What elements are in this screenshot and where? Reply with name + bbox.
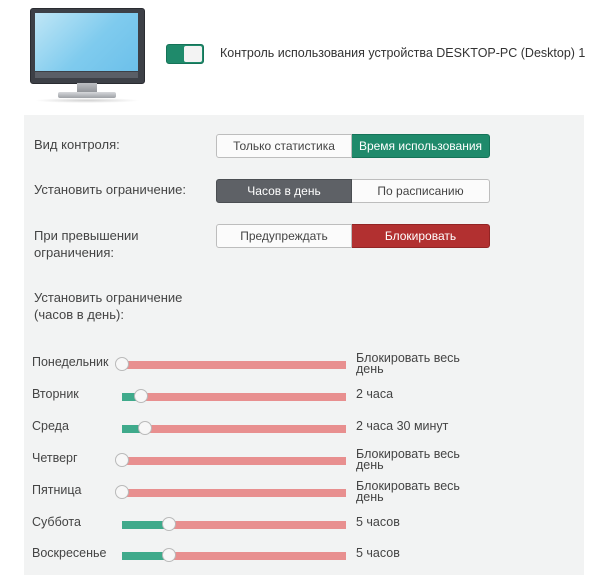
day-label: Четверг: [32, 451, 78, 465]
option-block[interactable]: Блокировать: [352, 224, 490, 248]
day-label: Воскресенье: [32, 546, 107, 560]
option-hours-per-day[interactable]: Часов в день: [216, 179, 352, 203]
exceed-action-selector: Предупреждать Блокировать: [216, 224, 490, 248]
day-label: Вторник: [32, 387, 79, 401]
day-limit-value-line2: день: [356, 458, 384, 472]
day-hours-slider[interactable]: [122, 517, 346, 531]
exceed-label-line2: ограничения:: [34, 245, 114, 260]
slider-track: [122, 457, 346, 465]
slider-thumb[interactable]: [133, 389, 148, 403]
day-label: Пятница: [32, 483, 82, 497]
slider-thumb[interactable]: [115, 453, 129, 467]
day-hours-slider[interactable]: [122, 421, 346, 435]
toggle-knob: [184, 46, 202, 62]
day-limit-value: 2 часа 30 минут: [356, 419, 449, 433]
option-warn[interactable]: Предупреждать: [216, 224, 352, 248]
day-limit-value: 5 часов: [356, 515, 400, 529]
day-limit-value: 2 часа: [356, 387, 394, 401]
day-label: Среда: [32, 419, 69, 433]
slider-thumb[interactable]: [161, 517, 176, 531]
slider-thumb[interactable]: [115, 485, 129, 499]
hours-section-label-line2: (часов в день):: [34, 307, 124, 322]
slider-track: [122, 361, 346, 369]
day-hours-slider[interactable]: [115, 453, 346, 467]
day-hours-slider[interactable]: [122, 389, 346, 403]
hours-section-label-line1: Установить ограничение: [34, 290, 183, 305]
slider-track: [122, 393, 346, 401]
control-type-selector: Только статистика Время использования: [216, 134, 490, 158]
slider-track: [122, 489, 346, 497]
day-hours-slider[interactable]: [115, 357, 346, 371]
day-hours-slider[interactable]: [122, 548, 346, 562]
day-label: Понедельник: [32, 355, 109, 369]
slider-thumb[interactable]: [161, 548, 176, 562]
day-limit-value-line2: день: [356, 362, 384, 376]
day-hours-slider[interactable]: [115, 485, 346, 499]
control-type-label: Вид контроля:: [34, 137, 120, 152]
day-label: Суббота: [32, 515, 81, 529]
exceed-label-line1: При превышении: [34, 228, 139, 243]
option-by-schedule[interactable]: По расписанию: [352, 179, 490, 203]
limit-label: Установить ограничение:: [34, 182, 187, 197]
slider-track: [122, 425, 346, 433]
device-control-toggle[interactable]: [166, 44, 204, 64]
option-statistics-only[interactable]: Только статистика: [216, 134, 352, 158]
day-limit-value-line2: день: [356, 490, 384, 504]
day-limit-value: 5 часов: [356, 546, 400, 560]
option-usage-time[interactable]: Время использования: [352, 134, 490, 158]
device-header: Контроль использования устройства DESKTO…: [0, 0, 598, 115]
device-title: Контроль использования устройства DESKTO…: [220, 46, 586, 60]
slider-thumb[interactable]: [115, 357, 129, 371]
settings-panel: Вид контроля: Только статистика Время ис…: [24, 115, 584, 575]
monitor-icon: [30, 8, 145, 103]
limit-selector: Часов в день По расписанию: [216, 179, 490, 203]
